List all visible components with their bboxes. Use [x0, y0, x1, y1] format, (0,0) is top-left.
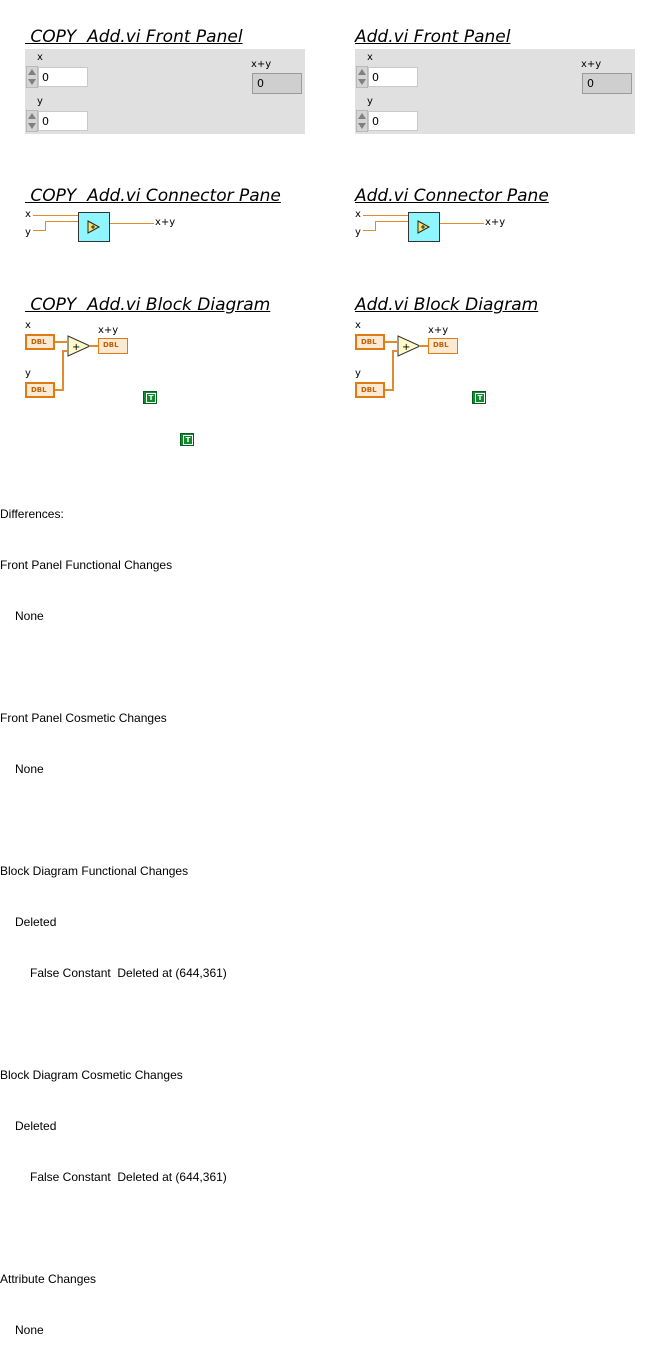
x-wire: [33, 215, 78, 216]
x-wire: [363, 215, 408, 216]
bd-cosmetic-item[interactable]: False Constant Deleted at (644,361): [0, 1169, 227, 1186]
y-dbl-terminal[interactable]: DBL: [25, 382, 55, 398]
add-vi-icon[interactable]: [408, 212, 440, 242]
y-numeric-control[interactable]: 0: [356, 110, 420, 132]
bd-functional-deleted: Deleted: [15, 915, 57, 929]
fp-functional-value: None: [15, 609, 44, 623]
sum-dbl-indicator[interactable]: DBL: [98, 338, 128, 354]
copy-front-panel-title: COPY Add.vi Front Panel: [25, 27, 243, 47]
copy-connector-pane-title: COPY Add.vi Connector Pane: [25, 186, 281, 206]
x-value[interactable]: 0: [38, 67, 88, 87]
fp-functional-heading: Front Panel Functional Changes: [0, 558, 173, 572]
y-wire: [33, 230, 45, 231]
sum-indicator: 0: [252, 73, 302, 94]
bd-cosmetic-deleted: Deleted: [15, 1119, 57, 1133]
copy-block-diagram: x DBL y DBL + x+y DBL T T: [25, 319, 205, 454]
bd-x-label: x: [25, 320, 31, 331]
x-numeric-control[interactable]: 0: [356, 66, 420, 88]
y-wire: [62, 350, 64, 391]
false-constant[interactable]: T: [180, 433, 194, 446]
add-vi-icon[interactable]: [78, 212, 110, 242]
copy-front-panel: x 0 y 0 x+y 0: [25, 49, 305, 134]
fp-cosmetic-value: None: [15, 762, 44, 776]
orig-front-panel: x 0 y 0 x+y 0: [355, 49, 635, 134]
copy-connector-pane: x y x+y: [25, 208, 215, 244]
bd-y-label: y: [355, 368, 361, 379]
fp-cosmetic-heading: Front Panel Cosmetic Changes: [0, 711, 167, 725]
bd-sum-label: x+y: [428, 325, 449, 336]
true-constant[interactable]: T: [472, 391, 486, 404]
x-control-label: x: [37, 52, 43, 63]
differences-report: Differences: Front Panel Functional Chan…: [0, 472, 227, 1356]
cp-x-label: x: [25, 209, 31, 220]
y-wire: [375, 221, 376, 231]
orig-block-diagram: x DBL y DBL + x+y DBL T: [355, 319, 535, 419]
y-dbl-terminal[interactable]: DBL: [355, 382, 385, 398]
y-control-label: y: [37, 96, 43, 107]
orig-connector-pane: x y x+y: [355, 208, 545, 244]
add-function-icon[interactable]: +: [67, 335, 91, 357]
true-constant[interactable]: T: [143, 391, 157, 404]
cp-y-label: y: [25, 227, 31, 238]
bd-cosmetic-heading: Block Diagram Cosmetic Changes: [0, 1068, 183, 1082]
x-wire: [55, 341, 67, 343]
bd-y-label: y: [25, 368, 31, 379]
y-wire: [375, 221, 408, 222]
bd-sum-label: x+y: [98, 325, 119, 336]
copy-block-diagram-title: COPY Add.vi Block Diagram: [25, 295, 271, 315]
x-control-label: x: [367, 52, 373, 63]
bd-functional-heading: Block Diagram Functional Changes: [0, 864, 189, 878]
y-wire: [363, 230, 375, 231]
x-dbl-terminal[interactable]: DBL: [25, 334, 55, 350]
increment-decrement-icon[interactable]: [356, 110, 368, 132]
orig-block-diagram-title: Add.vi Block Diagram: [355, 295, 539, 315]
sum-wire: [110, 223, 154, 224]
increment-decrement-icon[interactable]: [26, 66, 38, 88]
attribute-changes-value: None: [15, 1323, 44, 1337]
increment-decrement-icon[interactable]: [26, 110, 38, 132]
x-wire: [385, 341, 397, 343]
sum-wire: [440, 223, 484, 224]
increment-decrement-icon[interactable]: [356, 66, 368, 88]
y-wire: [45, 221, 78, 222]
y-wire: [45, 221, 46, 231]
y-control-label: y: [367, 96, 373, 107]
add-function-icon[interactable]: +: [397, 335, 421, 357]
sum-indicator-label: x+y: [581, 59, 602, 70]
attribute-changes-heading: Attribute Changes: [0, 1272, 97, 1286]
cp-x-label: x: [355, 209, 361, 220]
svg-text:+: +: [72, 342, 80, 353]
cp-sum-label: x+y: [155, 217, 176, 228]
sum-indicator: 0: [582, 73, 632, 94]
sum-dbl-indicator[interactable]: DBL: [428, 338, 458, 354]
y-value[interactable]: 0: [368, 111, 418, 131]
y-value[interactable]: 0: [38, 111, 88, 131]
sum-indicator-label: x+y: [251, 59, 272, 70]
x-dbl-terminal[interactable]: DBL: [355, 334, 385, 350]
svg-text:+: +: [402, 342, 410, 353]
cp-y-label: y: [355, 227, 361, 238]
y-numeric-control[interactable]: 0: [26, 110, 90, 132]
bd-x-label: x: [355, 320, 361, 331]
bd-functional-item[interactable]: False Constant Deleted at (644,361): [0, 965, 227, 982]
cp-sum-label: x+y: [485, 217, 506, 228]
y-wire: [392, 350, 394, 391]
x-value[interactable]: 0: [368, 67, 418, 87]
orig-front-panel-title: Add.vi Front Panel: [355, 27, 511, 47]
x-numeric-control[interactable]: 0: [26, 66, 90, 88]
differences-heading: Differences:: [0, 507, 64, 521]
orig-connector-pane-title: Add.vi Connector Pane: [355, 186, 549, 206]
